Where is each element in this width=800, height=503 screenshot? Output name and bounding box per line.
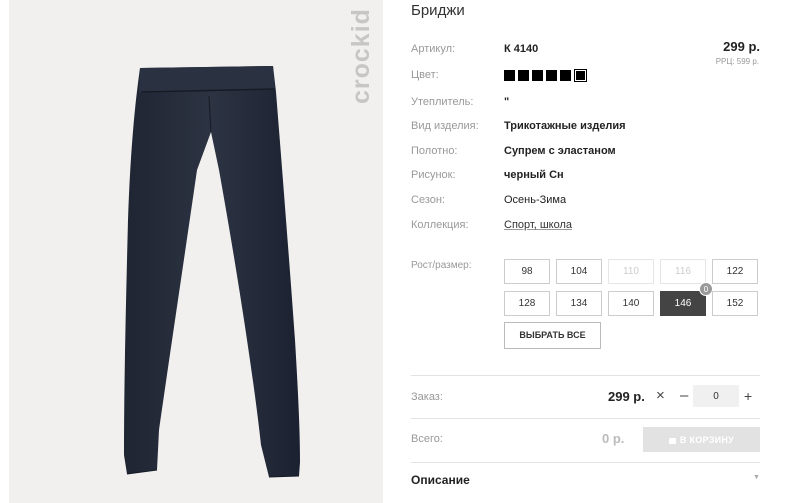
product-price: 299 р. [723, 39, 760, 54]
size-option[interactable]: 122 [712, 259, 758, 284]
divider [411, 462, 760, 463]
attr-label: Коллекция: [411, 219, 469, 231]
add-to-cart-button[interactable]: В КОРЗИНУ [643, 427, 760, 452]
quantity-input[interactable] [693, 385, 739, 407]
order-label: Заказ: [411, 391, 443, 403]
divider [411, 375, 760, 376]
size-option[interactable]: 98 [504, 259, 550, 284]
color-swatch[interactable] [546, 70, 557, 81]
attr-value: Осень-Зима [504, 194, 567, 206]
collection-link[interactable]: Спорт, школа [504, 217, 572, 233]
brand-watermark-logo: crockid [347, 8, 375, 104]
attr-label: Полотно: [411, 145, 458, 157]
attr-label: Вид изделия: [411, 120, 479, 132]
attr-label: Артикул: [411, 43, 456, 55]
clear-order-button[interactable]: × [656, 388, 665, 404]
size-option[interactable]: 128 [504, 291, 550, 316]
size-option[interactable]: 140 [608, 291, 654, 316]
attr-value: черный Сн [504, 169, 564, 181]
product-image-panel: crockid [9, 0, 383, 503]
leggings-image [124, 66, 300, 478]
attr-label: Цвет: [411, 69, 439, 81]
color-swatch[interactable] [532, 70, 543, 81]
color-swatch[interactable] [560, 70, 571, 81]
size-option[interactable]: 134 [556, 291, 602, 316]
attr-value: К 4140 [504, 43, 539, 55]
color-swatch[interactable] [518, 70, 529, 81]
divider [411, 418, 760, 419]
total-value: 0 р. [602, 431, 625, 446]
chevron-down-icon[interactable]: ▼ [753, 474, 760, 481]
description-toggle[interactable]: Описание [411, 473, 470, 487]
decrease-quantity-button[interactable]: – [680, 388, 688, 404]
attr-label: Утеплитель: [411, 96, 474, 108]
attr-value: Трикотажные изделия [504, 120, 626, 132]
size-option-selected[interactable]: 146 [660, 291, 706, 316]
attr-value: Супрем с эластаном [504, 145, 616, 157]
rrp-price: РРЦ: 599 р. [715, 57, 759, 66]
size-option-disabled: 110 [608, 259, 654, 284]
size-option-disabled: 116 [660, 259, 706, 284]
size-option-active-wrapper: 146 0 [660, 282, 713, 316]
total-label: Всего: [411, 433, 443, 445]
attr-value: " [504, 96, 510, 108]
size-label: Рост/размер: [411, 260, 472, 271]
color-swatch-selected[interactable] [574, 69, 587, 82]
order-price: 299 р. [608, 389, 645, 404]
color-swatches [504, 69, 587, 82]
attr-label: Сезон: [411, 194, 445, 206]
color-swatch[interactable] [504, 70, 515, 81]
increase-quantity-button[interactable]: + [744, 388, 752, 404]
attr-label: Рисунок: [411, 169, 456, 181]
product-title: Бриджи [411, 2, 465, 19]
cart-icon [668, 437, 676, 444]
select-all-sizes-button[interactable]: ВЫБРАТЬ ВСЕ [504, 322, 601, 349]
size-option[interactable]: 104 [556, 259, 602, 284]
size-quantity-badge: 0 [699, 282, 713, 296]
size-option[interactable]: 152 [712, 291, 758, 316]
cart-button-label: В КОРЗИНУ [679, 434, 735, 445]
